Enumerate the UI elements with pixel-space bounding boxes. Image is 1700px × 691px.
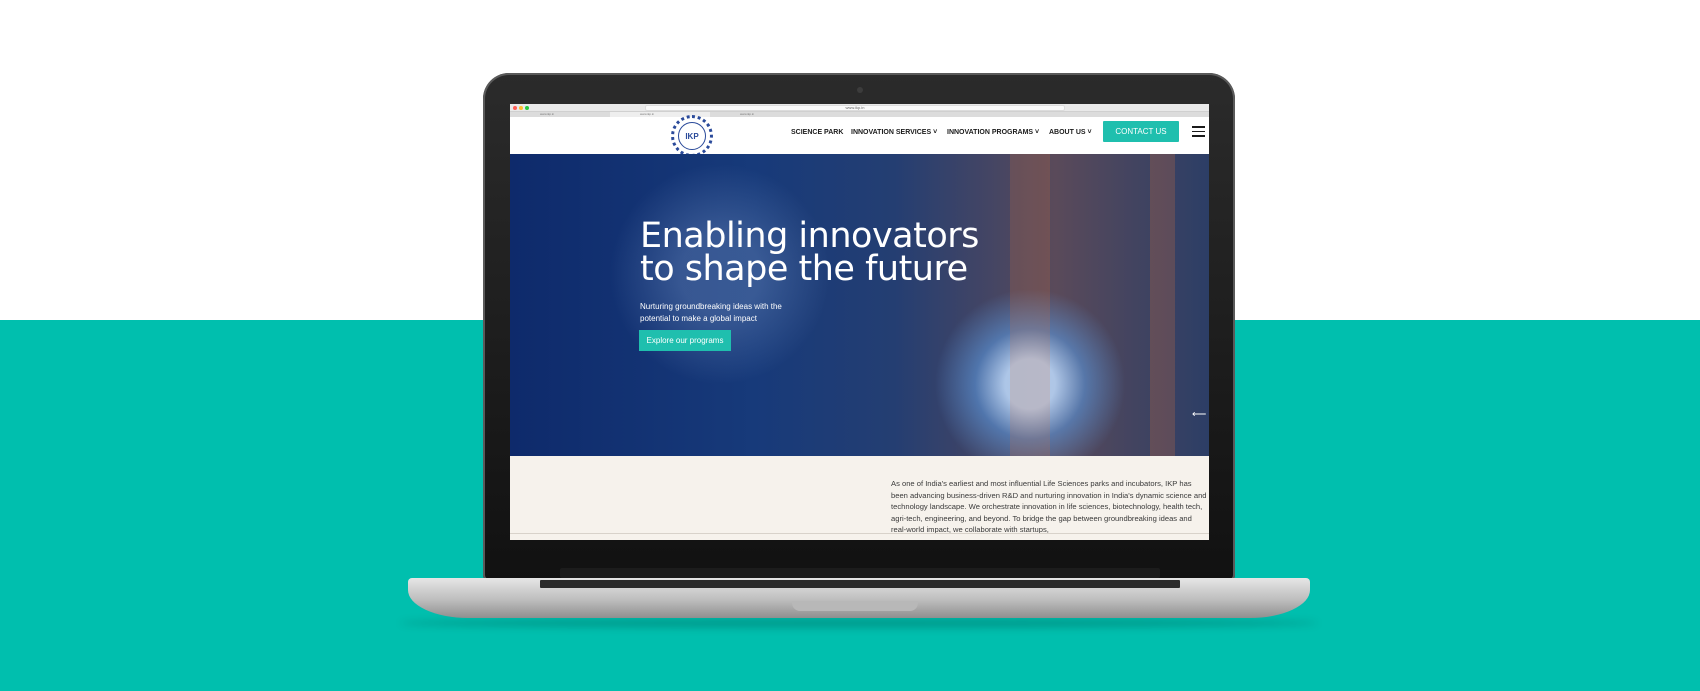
- hero-light-streak: [1010, 154, 1050, 456]
- chevron-down-icon: ˅: [1033, 129, 1040, 136]
- about-section: As one of India's earliest and most infl…: [510, 456, 1209, 540]
- chevron-down-icon: ˅: [1085, 129, 1092, 136]
- minimize-window-icon[interactable]: [519, 106, 523, 110]
- chevron-down-icon: ˅: [931, 129, 938, 136]
- camera-icon: [857, 87, 863, 93]
- divider: [510, 533, 1209, 534]
- nav-item-innovation-programs[interactable]: INNOVATION PROGRAMS ˅: [947, 129, 1039, 136]
- hero-subtitle: Nurturing groundbreaking ideas with the …: [640, 302, 782, 323]
- menu-icon[interactable]: [1192, 126, 1205, 137]
- hero-light-streak: [1150, 154, 1175, 456]
- site-header: IKP SCIENCE PARK INNOVATION SERVICES ˅ I…: [510, 115, 1209, 157]
- nav-item-innovation-services[interactable]: INNOVATION SERVICES ˅: [851, 129, 937, 136]
- hero-title: Enabling innovators to shape the future: [640, 216, 979, 289]
- browser-toolbar: www.ikp.in: [510, 104, 1209, 112]
- maximize-window-icon[interactable]: [525, 106, 529, 110]
- nav-item-about-us[interactable]: ABOUT US ˅: [1049, 129, 1092, 136]
- address-bar[interactable]: www.ikp.in: [645, 105, 1065, 111]
- laptop-screen: www.ikp.in www.ikp.in www.ikp.in www.ikp…: [510, 104, 1209, 540]
- hero-section: Enabling innovators to shape the future …: [510, 154, 1209, 456]
- nav-item-science-park[interactable]: SCIENCE PARK: [791, 129, 843, 136]
- address-bar-url: www.ikp.in: [845, 105, 865, 110]
- arrow-left-icon[interactable]: ⟵: [1192, 410, 1206, 420]
- about-paragraph: As one of India's earliest and most infl…: [891, 479, 1207, 535]
- explore-programs-button[interactable]: Explore our programs: [639, 330, 731, 351]
- logo-text: IKP: [678, 122, 706, 150]
- close-window-icon[interactable]: [513, 106, 517, 110]
- laptop-hinge: [560, 568, 1160, 578]
- laptop-keyboard: [540, 580, 1180, 588]
- ikp-logo[interactable]: IKP: [671, 115, 713, 157]
- laptop-notch: [792, 601, 918, 611]
- laptop-shadow: [400, 618, 1318, 628]
- contact-us-button[interactable]: CONTACT US: [1103, 121, 1179, 142]
